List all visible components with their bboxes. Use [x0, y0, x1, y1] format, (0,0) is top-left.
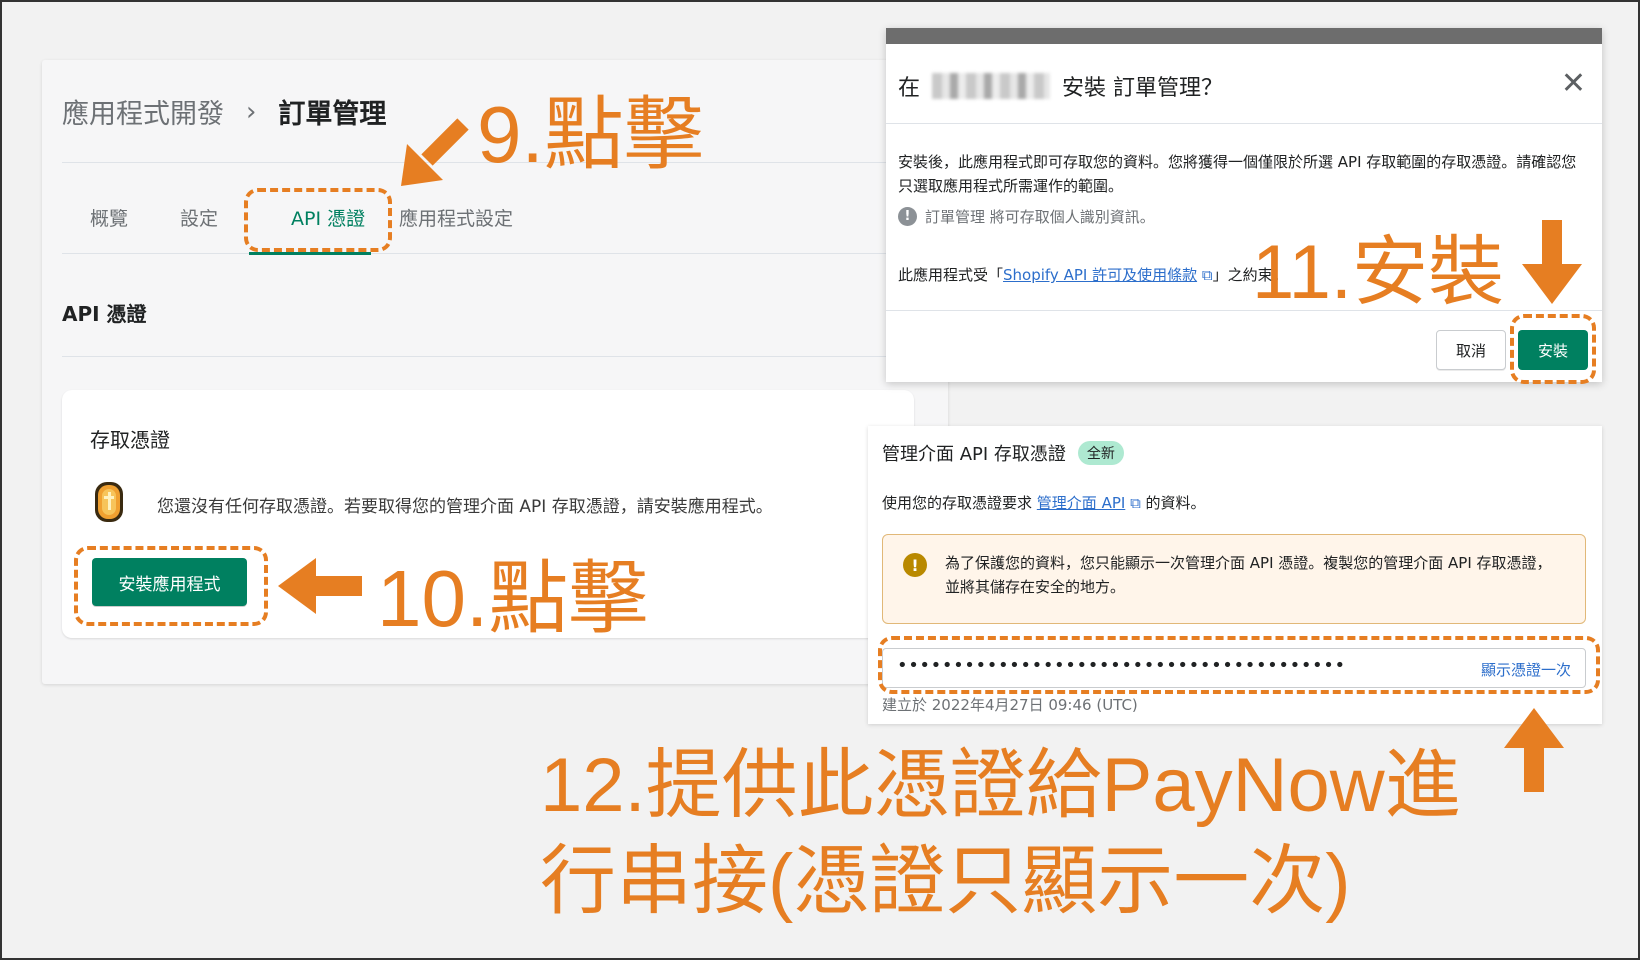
coin-icon: [95, 482, 123, 522]
desc-suffix: 的資料。: [1145, 494, 1206, 512]
modal-title-suffix: 安裝 訂單管理？: [1062, 76, 1224, 101]
terms-link[interactable]: Shopify API 許可及使用條款: [1003, 266, 1197, 284]
panel-title-text: 管理介面 API 存取憑證: [882, 444, 1066, 465]
arrow-left-icon: [278, 558, 362, 614]
external-link-icon: ⧉: [1197, 266, 1213, 284]
step-10-label: 10.點擊: [377, 554, 649, 643]
cancel-button[interactable]: 取消: [1436, 330, 1506, 370]
terms-text: 此應用程式受「Shopify API 許可及使用條款 ⧉」之約束。: [898, 264, 1288, 285]
tab-settings[interactable]: 設定: [180, 204, 218, 231]
modal-title-prefix: 在: [898, 76, 921, 101]
install-button[interactable]: 安裝: [1518, 330, 1588, 370]
token-created-timestamp: 建立於 2022年4月27日 09:46 (UTC): [882, 696, 1138, 714]
arrow-up-icon: [1504, 708, 1564, 792]
divider: [62, 356, 948, 357]
breadcrumb: 應用程式開發 › 訂單管理: [62, 92, 386, 131]
step-9-label: 9.點擊: [477, 90, 704, 179]
desc-prefix: 使用您的存取憑證要求: [882, 494, 1033, 512]
step-12-label: 12.提供此憑證給PayNow進 行串接(憑證只顯示一次): [540, 738, 1461, 930]
new-badge: 全新: [1077, 441, 1124, 465]
panel-title: 管理介面 API 存取憑證 全新: [882, 440, 1124, 466]
external-link-icon: ⧉: [1125, 494, 1146, 512]
close-icon[interactable]: ✕: [1561, 66, 1586, 101]
admin-api-link[interactable]: 管理介面 API: [1037, 494, 1126, 512]
warning-banner: ! 為了保護您的資料，您只能顯示一次管理介面 API 憑證。複製您的管理介面 A…: [882, 534, 1586, 624]
masked-token: ••••••••••••••••••••••••••••••••••••••••: [897, 655, 1346, 676]
tab-overview[interactable]: 概覽: [90, 204, 128, 231]
install-app-button[interactable]: 安裝應用程式: [92, 558, 247, 606]
tab-api-credentials[interactable]: API 憑證: [291, 204, 365, 231]
blurred-store-name: [932, 73, 1051, 99]
admin-api-token-panel: 管理介面 API 存取憑證 全新 使用您的存取憑證要求 管理介面 API ⧉ 的…: [868, 426, 1602, 724]
step-12-line-2: 行串接(憑證只顯示一次): [540, 839, 1351, 924]
active-tab-indicator: [249, 252, 371, 255]
modal-body-text: 安裝後，此應用程式即可存取您的資料。您將獲得一個僅限於所選 API 存取範圍的存…: [898, 153, 1577, 195]
install-app-modal: 在 安裝 訂單管理？ ✕ 安裝後，此應用程式即可存取您的資料。您將獲得一個僅限於…: [886, 28, 1602, 382]
modal-title: 在 安裝 訂單管理？: [898, 70, 1223, 102]
warning-text: 為了保護您的資料，您只能顯示一次管理介面 API 憑證。複製您的管理介面 API…: [945, 554, 1552, 596]
no-token-message: 您還沒有任何存取憑證。若要取得您的管理介面 API 存取憑證，請安裝應用程式。: [157, 497, 773, 517]
arrow-down-icon: [1522, 220, 1582, 304]
tab-bar: 概覽 設定 API 憑證 應用程式設定: [62, 194, 948, 255]
screenshot-frame: 應用程式開發 › 訂單管理 概覽 設定 API 憑證 應用程式設定 API 憑證…: [0, 0, 1640, 960]
step-11-label: 11.安裝: [1252, 230, 1505, 315]
pii-notice-text: 訂單管理 將可存取個人識別資訊。: [925, 208, 1155, 226]
modal-backdrop-strip: [886, 28, 1602, 44]
pii-notice: ! 訂單管理 將可存取個人識別資訊。: [898, 206, 1155, 227]
arrow-down-left-icon: [401, 118, 469, 186]
step-12-line-1: 12.提供此憑證給PayNow進: [540, 743, 1461, 828]
tab-app-settings[interactable]: 應用程式設定: [399, 204, 513, 231]
info-icon: !: [898, 207, 917, 226]
chevron-right-icon: ›: [246, 96, 257, 127]
reveal-token-link[interactable]: 顯示憑證一次: [1481, 659, 1571, 680]
page-title: 訂單管理: [278, 99, 387, 130]
access-token-field[interactable]: ••••••••••••••••••••••••••••••••••••••••…: [882, 648, 1586, 688]
modal-header: 在 安裝 訂單管理？ ✕: [886, 44, 1602, 124]
warning-icon: !: [903, 553, 927, 577]
breadcrumb-parent-link[interactable]: 應用程式開發: [62, 92, 224, 131]
section-title: API 憑證: [62, 302, 147, 326]
panel-description: 使用您的存取憑證要求 管理介面 API ⧉ 的資料。: [882, 492, 1206, 513]
terms-prefix: 此應用程式受「: [898, 266, 1004, 284]
card-title: 存取憑證: [90, 428, 170, 452]
